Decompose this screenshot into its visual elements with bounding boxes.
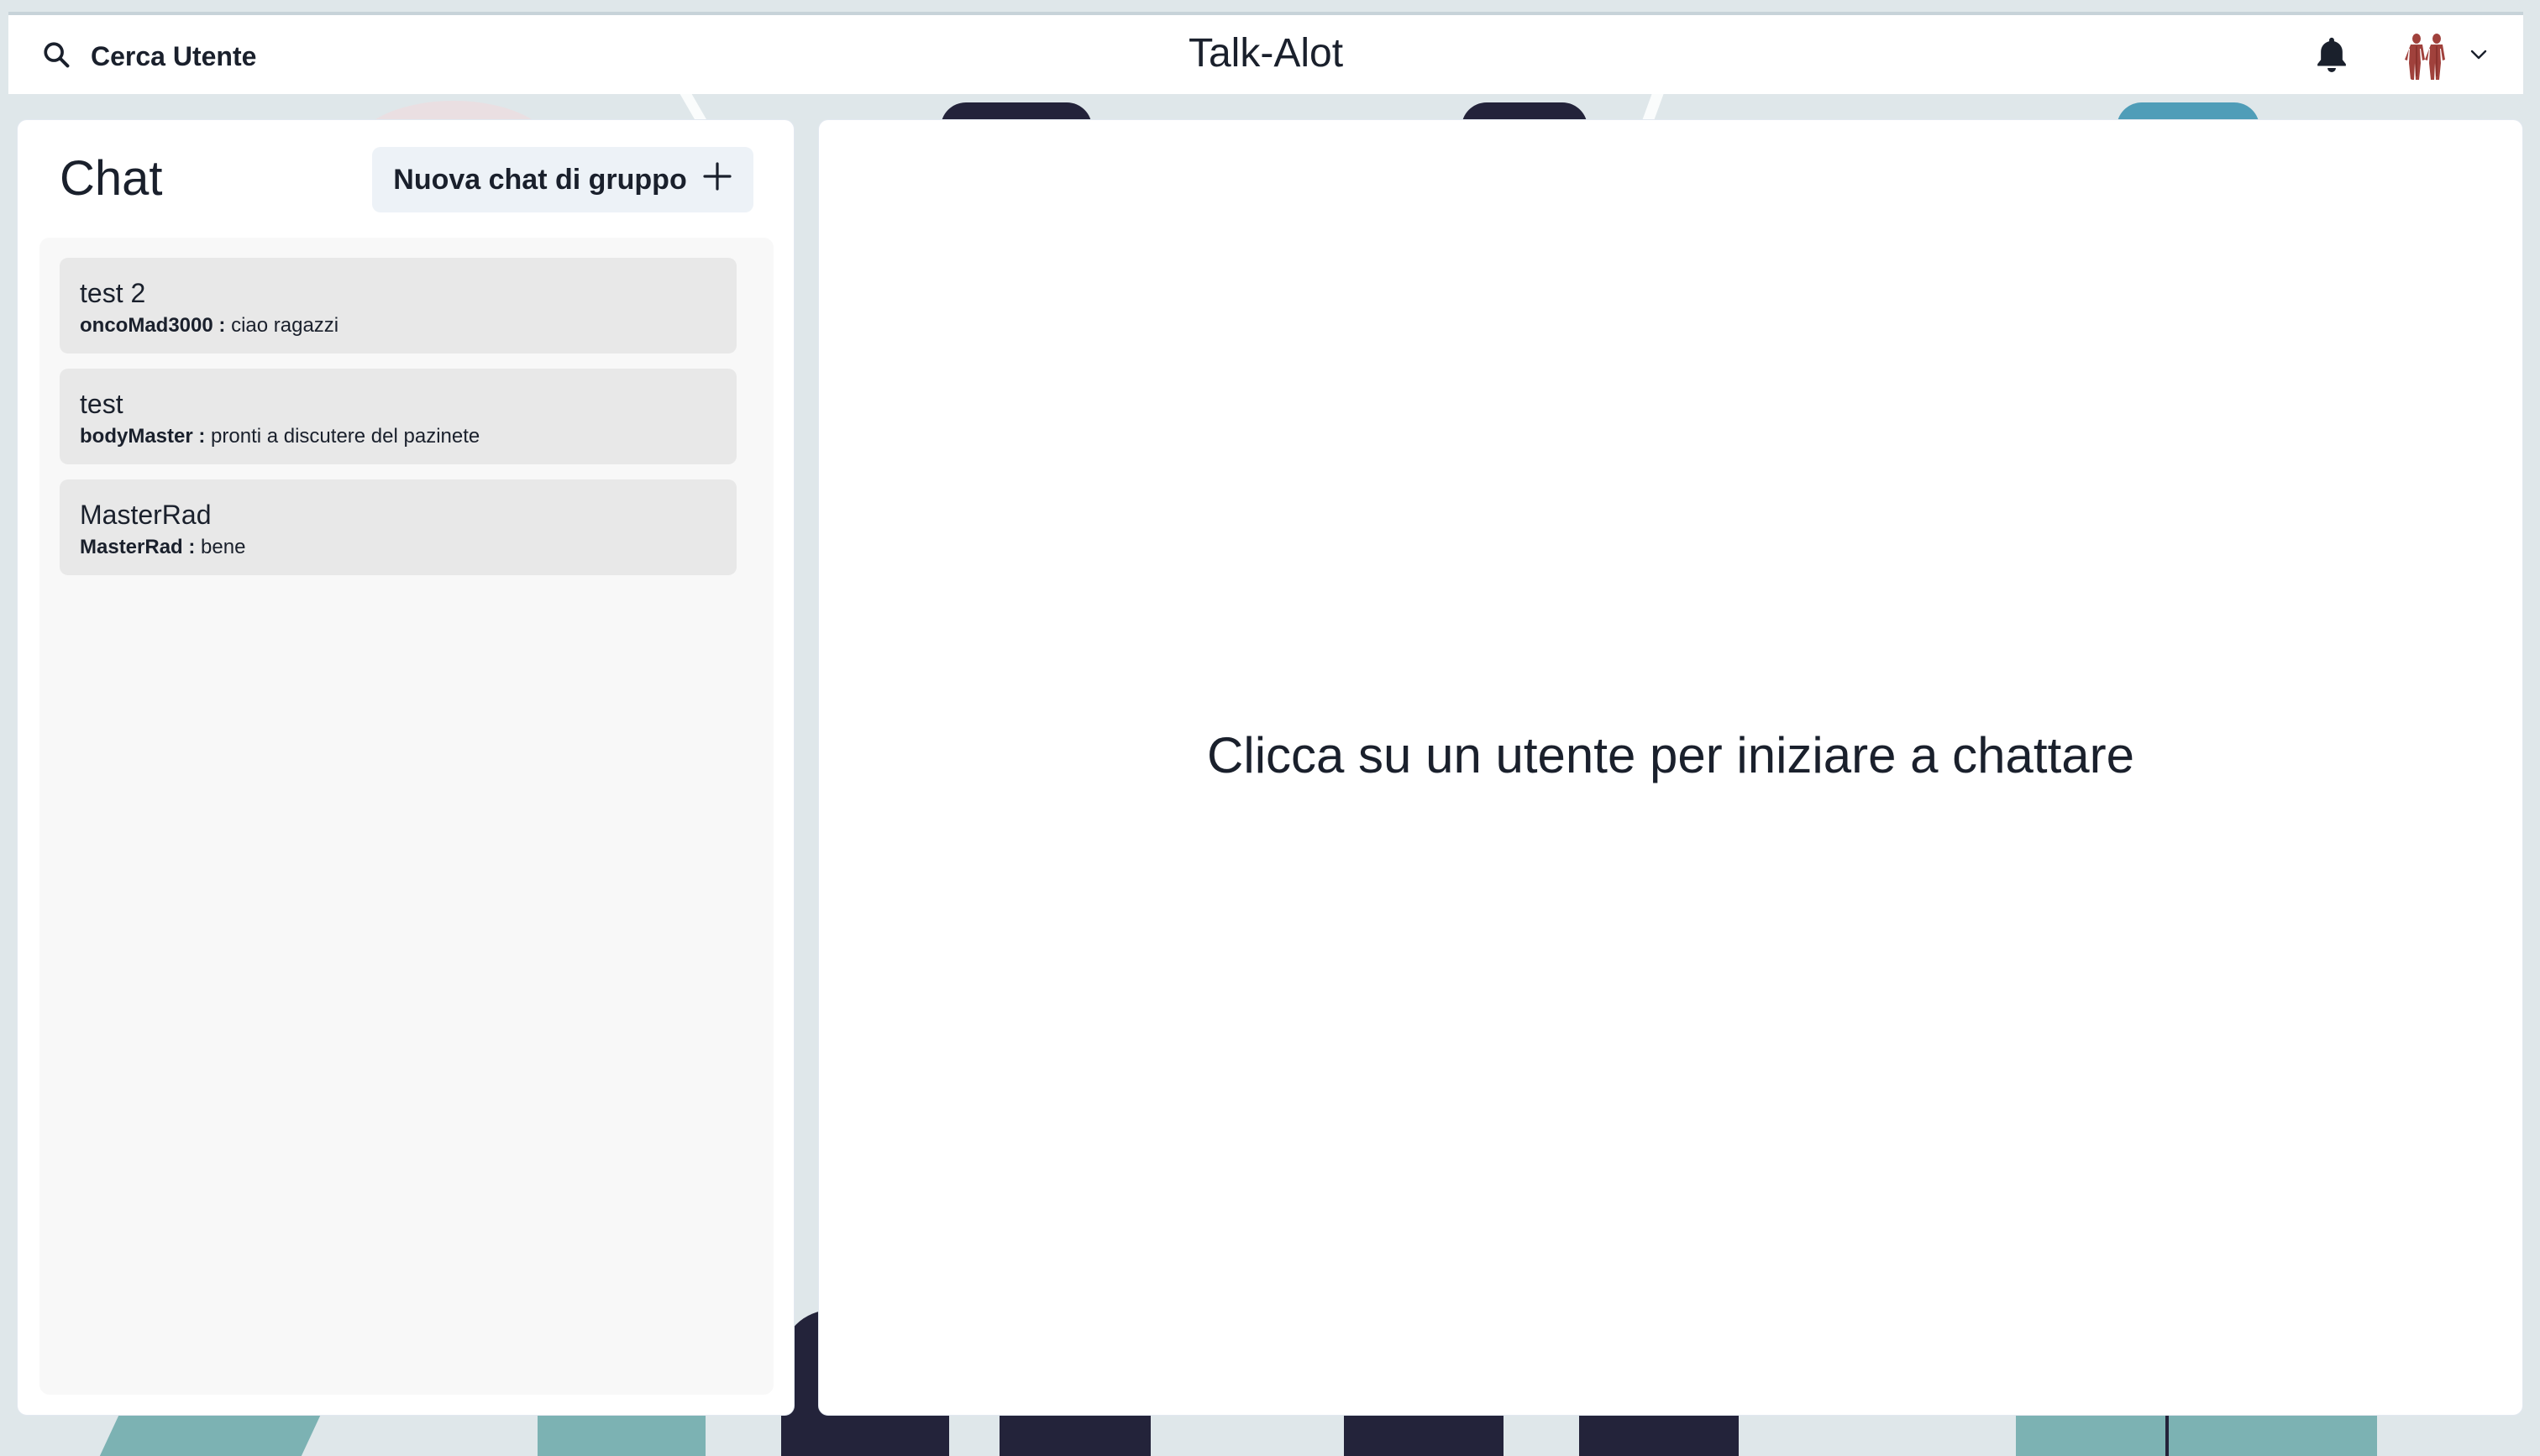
chat-name: test 2	[80, 278, 146, 308]
chat-list-item[interactable]: test 2 oncoMad3000 : ciao ragazzi	[60, 258, 737, 354]
search-user-button[interactable]: Cerca Utente	[42, 30, 256, 82]
avatar	[2399, 29, 2454, 84]
search-user-label: Cerca Utente	[91, 40, 257, 71]
chat-last-message: oncoMad3000 : ciao ragazzi	[80, 313, 716, 338]
chevron-down-icon	[2469, 49, 2488, 65]
new-group-chat-label: Nuova chat di gruppo	[393, 163, 687, 196]
new-group-chat-button[interactable]: Nuova chat di gruppo	[372, 147, 753, 212]
chat-name: test	[80, 389, 123, 419]
chat-last-message: bodyMaster : pronti a discutere del pazi…	[80, 424, 716, 449]
chat-last-text: pronti a discutere del pazinete	[211, 425, 480, 448]
top-navbar: Cerca Utente Talk-Alot	[8, 12, 2523, 94]
bell-icon	[2313, 37, 2350, 79]
chat-sidebar: Chat Nuova chat di gruppo test 2 oncoMad…	[17, 119, 795, 1416]
chat-last-text: bene	[201, 536, 246, 558]
empty-chat-message: Clicca su un utente per iniziare a chatt…	[1207, 727, 2134, 783]
app-title: Talk-Alot	[1188, 31, 1344, 76]
chat-last-message: MasterRad : bene	[80, 535, 716, 560]
chat-last-sender: oncoMad3000 :	[80, 314, 226, 337]
chat-last-sender: bodyMaster :	[80, 425, 206, 448]
chat-name: MasterRad	[80, 500, 212, 530]
chat-list-item[interactable]: MasterRad MasterRad : bene	[60, 479, 737, 575]
profile-menu-button[interactable]	[2399, 27, 2488, 86]
search-icon	[42, 40, 71, 73]
sidebar-title: Chat	[60, 151, 163, 206]
chat-last-sender: MasterRad :	[80, 536, 196, 558]
chat-last-text: ciao ragazzi	[231, 314, 339, 337]
plus-icon	[702, 161, 732, 199]
chat-list-item[interactable]: test bodyMaster : pronti a discutere del…	[60, 369, 737, 464]
chat-list: test 2 oncoMad3000 : ciao ragazzi test b…	[39, 238, 774, 1395]
chat-panel: Clicca su un utente per iniziare a chatt…	[818, 119, 2523, 1416]
notifications-button[interactable]	[2313, 35, 2354, 77]
